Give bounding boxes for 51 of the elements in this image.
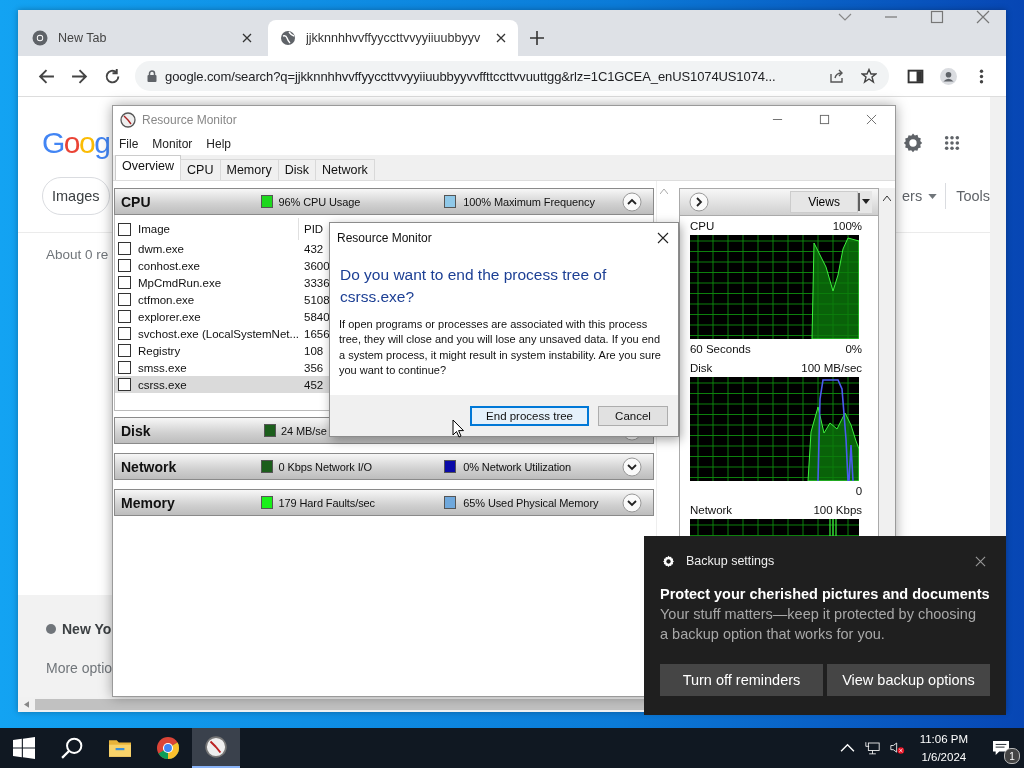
stat-text: 100% Maximum Frequency <box>463 195 595 208</box>
time-span-label: 60 Seconds <box>689 342 751 355</box>
image-name: svchost.exe (LocalSystemNet... <box>138 327 300 340</box>
url-text: google.com/search?q=jjkknnhhvvffyyccttvvyyiiuubbyyvvffttccttvvuuttgg&rlz=1C1GCEA_enUS1074US1074... <box>165 68 777 84</box>
pid-cell: 3600 <box>304 259 330 272</box>
date-text: 1/6/2024 <box>921 750 967 765</box>
pid-cell: 3336 <box>304 276 330 289</box>
pid-cell: 1656 <box>304 327 330 340</box>
stat-text: 65% Used Physical Memory <box>463 496 599 509</box>
graph-title: Network <box>689 503 733 516</box>
stat-text: 24 MB/se <box>281 424 327 437</box>
pid-cell: 5108 <box>304 293 330 306</box>
notification-app-name: Backup settings <box>686 554 775 568</box>
stat-text: 179 Hard Faults/sec <box>278 496 375 509</box>
notification-title: Protect your cherished pictures and documents <box>660 586 990 602</box>
image-name: smss.exe <box>138 361 187 374</box>
dialog-message: If open programs or processes are associated with this process tree, they will close and you will lose any unsaved data. If you end a system process, it might result in system instability. Are you sure you want to continue? <box>338 317 662 379</box>
image-name: dwm.exe <box>138 242 185 255</box>
graph-title: CPU <box>689 219 715 232</box>
location-text: New Yo <box>62 621 112 637</box>
image-name: explorer.exe <box>138 310 201 323</box>
notification-message: Your stuff matters—keep it protected by choosing a backup option that works for you. <box>660 605 977 644</box>
pid-cell: 5840 <box>304 310 330 323</box>
notification-count-badge: 1 <box>1004 748 1020 764</box>
image-name: MpCmdRun.exe <box>138 276 222 289</box>
window-title: Resource Monitor <box>142 112 237 127</box>
stat-text: 0% Network Utilization <box>463 460 572 473</box>
dialog-title: Resource Monitor <box>337 231 432 245</box>
graph-title: Disk <box>689 361 713 374</box>
dialog-heading: Do you want to end the process tree of csrss.exe? <box>339 265 608 307</box>
pid-cell: 108 <box>304 344 324 357</box>
graph-max-label: 100 Kbps <box>813 503 863 516</box>
pid-cell: 432 <box>304 242 324 255</box>
graph-min-label: 0% <box>845 342 863 355</box>
pid-cell: 356 <box>304 361 324 374</box>
section-title: Network <box>121 458 178 475</box>
image-name: Registry <box>138 344 181 357</box>
section-title: Disk <box>121 422 152 439</box>
graph-max-label: 100% <box>832 219 863 232</box>
stat-text: 0 Kbps Network I/O <box>278 460 373 473</box>
image-name: ctfmon.exe <box>138 293 195 306</box>
graph-max-label: 100 MB/sec <box>801 361 863 374</box>
graph-min-label: 0 <box>855 484 863 497</box>
image-name: conhost.exe <box>138 259 200 272</box>
time-text: 11:06 PM <box>919 732 968 747</box>
image-name: csrss.exe <box>138 378 187 391</box>
section-title: CPU <box>121 193 152 210</box>
pid-cell: 452 <box>304 378 324 391</box>
result-stats: About 0 re <box>46 247 109 262</box>
section-title: Memory <box>121 494 176 511</box>
stat-text: 96% CPU Usage <box>278 195 361 208</box>
